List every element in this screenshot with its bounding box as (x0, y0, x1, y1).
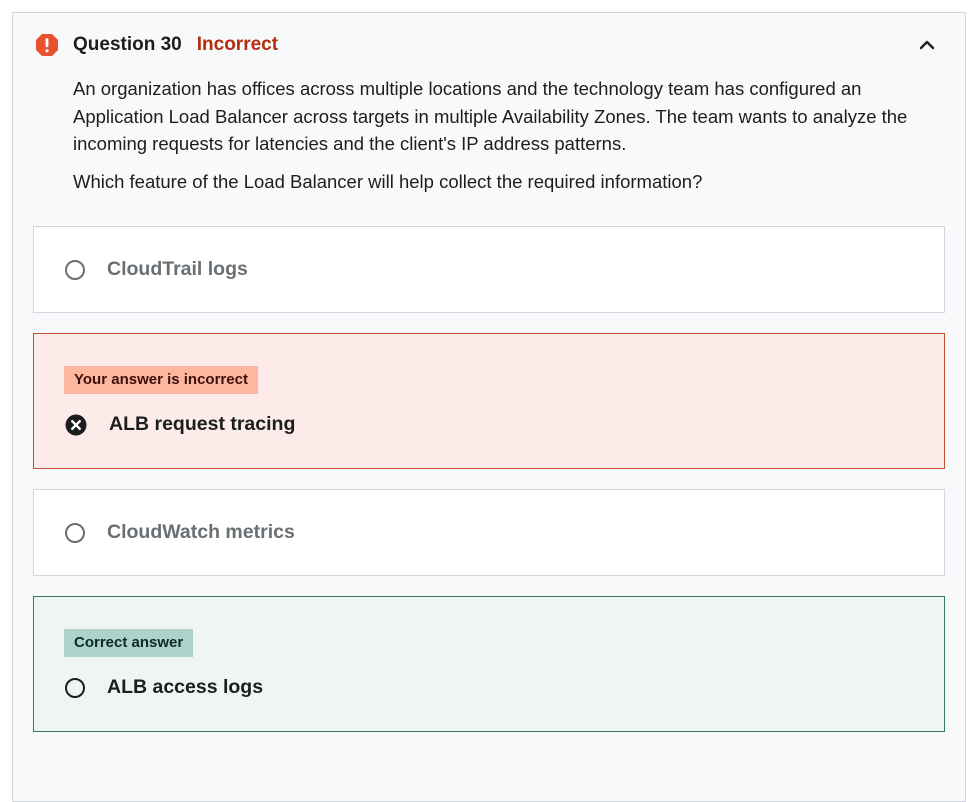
question-header: Question 30 Incorrect (35, 31, 951, 59)
radio-icon (65, 677, 85, 698)
question-card: Question 30 Incorrect An organization ha… (12, 12, 966, 802)
correct-answer-tag: Correct answer (64, 629, 194, 657)
question-ask: Which feature of the Load Balancer will … (73, 170, 703, 192)
answer-option-label: CloudWatch metrics (107, 521, 295, 543)
result-status: Incorrect (196, 34, 279, 55)
answer-option-cloudwatch-metrics[interactable]: CloudWatch metrics (33, 489, 945, 576)
answer-option-label: ALB request tracing (109, 413, 296, 435)
radio-icon (65, 259, 85, 280)
question-prompt: An organization has offices across multi… (73, 75, 953, 195)
answer-option-cloudtrail-logs[interactable]: CloudTrail logs (33, 226, 945, 313)
answer-option-label: CloudTrail logs (107, 258, 248, 280)
radio-icon (65, 522, 85, 543)
answer-option-alb-request-tracing[interactable]: Your answer is incorrect ALB request tra… (33, 333, 945, 469)
answer-option-label: ALB access logs (107, 676, 264, 698)
incorrect-answer-tag: Your answer is incorrect (64, 366, 258, 394)
x-circle-icon (65, 414, 87, 435)
warning-icon (36, 34, 58, 56)
question-number: Question 30 (73, 34, 182, 55)
chevron-up-icon[interactable] (915, 33, 939, 57)
question-text: An organization has offices across multi… (73, 78, 908, 154)
answer-option-alb-access-logs[interactable]: Correct answer ALB access logs (33, 596, 945, 732)
